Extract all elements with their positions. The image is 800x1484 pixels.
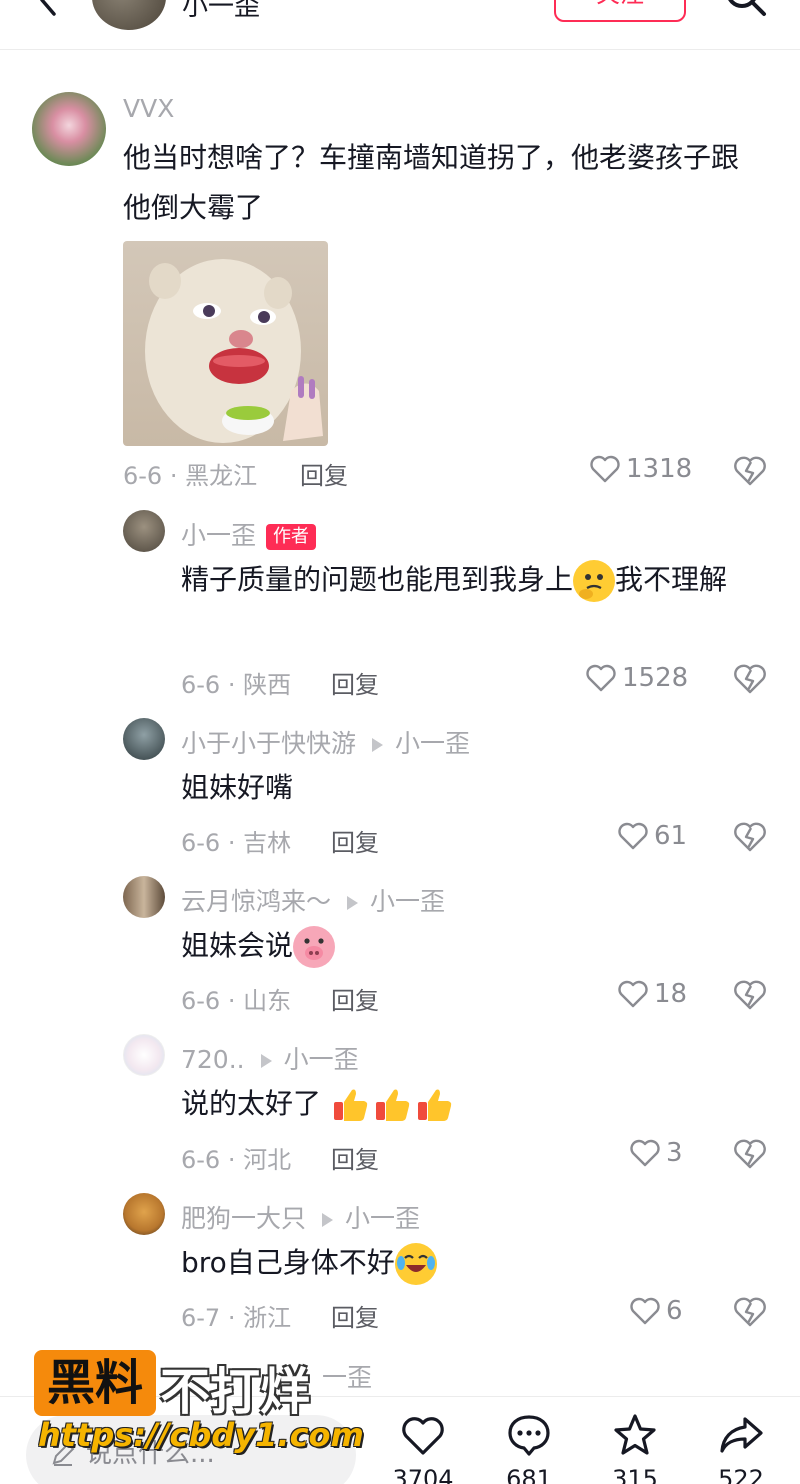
reply-button[interactable]: 回复 xyxy=(331,1140,379,1175)
reply-date-location: 6-6 · 吉林 xyxy=(181,829,292,857)
like-button[interactable]: 18 xyxy=(616,977,687,1011)
thumbs-up-emoji-icon xyxy=(372,1084,414,1126)
pig-face-emoji-icon xyxy=(293,926,336,968)
watermark-url: https://cbdy1.com xyxy=(38,1416,364,1454)
reply-date-location: 6-6 · 山东 xyxy=(181,987,292,1015)
comment-total: 681 xyxy=(506,1465,552,1484)
watermark-text: 不打烊 xyxy=(160,1363,310,1421)
heart-icon xyxy=(586,664,616,692)
reply-username-partial[interactable]: 一歪 xyxy=(322,1358,372,1394)
favorite-action[interactable]: 315 xyxy=(600,1411,670,1484)
like-count: 61 xyxy=(654,821,688,851)
like-button[interactable]: 1318 xyxy=(588,452,692,486)
heart-icon xyxy=(630,1139,660,1167)
reply-username[interactable]: 小一歪 作者 xyxy=(181,516,317,552)
avatar[interactable] xyxy=(123,1034,165,1076)
back-arrow-icon[interactable] xyxy=(28,0,68,20)
dislike-icon[interactable] xyxy=(732,1294,768,1330)
dislike-icon[interactable] xyxy=(732,819,768,855)
reply-text: 说的太好了 xyxy=(181,1079,456,1129)
comment-date-location: 6-6 · 黑龙江 xyxy=(123,462,258,490)
comment-action[interactable]: 681 xyxy=(494,1411,564,1484)
comment-bubble-icon xyxy=(508,1415,550,1456)
dislike-icon[interactable] xyxy=(732,1136,768,1172)
share-arrow-icon xyxy=(720,1417,763,1453)
reply-arrow-icon xyxy=(347,896,359,910)
like-button[interactable]: 1528 xyxy=(584,661,688,695)
like-button[interactable]: 61 xyxy=(616,819,687,853)
dislike-icon[interactable] xyxy=(732,661,768,697)
share-action[interactable]: 522 xyxy=(706,1411,776,1484)
profile-name[interactable]: 小一歪 xyxy=(182,0,260,23)
reply-username[interactable]: 小于小于快快游 小一歪 xyxy=(181,724,470,760)
comment-sticker-image[interactable] xyxy=(123,241,328,446)
reply-text: bro自己身体不好 xyxy=(181,1238,437,1288)
heart-icon xyxy=(618,822,648,850)
thumbs-up-emoji-icon xyxy=(330,1084,372,1126)
dislike-icon[interactable] xyxy=(732,453,768,489)
search-icon[interactable] xyxy=(722,0,770,20)
comment-username[interactable]: VVX xyxy=(123,94,174,123)
star-icon xyxy=(614,1414,656,1455)
reply-text: 姐妹好嘴 xyxy=(181,771,294,804)
reply-username[interactable]: 肥狗一大只 小一歪 xyxy=(181,1199,420,1235)
avatar[interactable] xyxy=(123,1193,165,1235)
reply-date-location: 6-6 · 陕西 xyxy=(181,671,292,699)
like-count: 6 xyxy=(666,1296,683,1326)
reply-username[interactable]: 云月惊鸿来～ 小一歪 xyxy=(181,882,445,918)
reply-date-location: 6-7 · 浙江 xyxy=(181,1304,292,1332)
reply-text: 姐妹会说 xyxy=(181,921,336,971)
thinking-face-emoji-icon xyxy=(573,560,616,602)
favorite-total: 315 xyxy=(612,1465,658,1484)
avatar[interactable] xyxy=(123,510,165,552)
reply-button[interactable]: 回复 xyxy=(331,665,379,700)
avatar[interactable] xyxy=(123,876,165,918)
like-total: 3704 xyxy=(392,1465,454,1484)
comment-text: 他当时想啥了？车撞南墙知道拐了，他老婆孩子跟他倒大霉了 xyxy=(123,141,740,224)
like-action[interactable]: 3704 xyxy=(388,1411,458,1484)
avatar[interactable] xyxy=(32,92,106,166)
like-count: 3 xyxy=(666,1138,683,1168)
reply-text: 精子质量的问题也能甩到我身上 我不理解 xyxy=(181,555,761,605)
reply-button[interactable]: 回复 xyxy=(331,823,379,858)
reply-button[interactable]: 回复 xyxy=(331,981,379,1016)
like-count: 18 xyxy=(654,979,688,1009)
reply-username[interactable]: 720.. 小一歪 xyxy=(181,1040,359,1076)
dislike-icon[interactable] xyxy=(732,977,768,1013)
author-badge: 作者 xyxy=(266,524,317,550)
reply-arrow-icon xyxy=(372,738,384,752)
watermark-logo-box: 黑料 xyxy=(34,1350,156,1416)
like-button[interactable]: 3 xyxy=(628,1136,683,1170)
like-count: 1318 xyxy=(626,454,693,484)
reply-date-location: 6-6 · 河北 xyxy=(181,1146,292,1174)
share-total: 522 xyxy=(718,1465,764,1484)
follow-button[interactable]: 关注 xyxy=(554,0,686,22)
like-button[interactable]: 6 xyxy=(628,1294,683,1328)
reply-button[interactable]: 回复 xyxy=(300,456,348,491)
profile-avatar[interactable] xyxy=(92,0,166,30)
laughing-crying-emoji-icon xyxy=(394,1243,437,1285)
reply-arrow-icon xyxy=(260,1054,272,1068)
heart-icon xyxy=(630,1297,660,1325)
heart-icon xyxy=(618,980,648,1008)
heart-icon xyxy=(590,455,620,483)
avatar[interactable] xyxy=(123,718,165,760)
heart-icon xyxy=(402,1417,444,1455)
reply-arrow-icon xyxy=(322,1213,334,1227)
top-bar: 小一歪 关注 xyxy=(0,0,800,50)
reply-button[interactable]: 回复 xyxy=(331,1298,379,1333)
like-count: 1528 xyxy=(622,663,689,693)
thumbs-up-emoji-icon xyxy=(414,1084,456,1126)
